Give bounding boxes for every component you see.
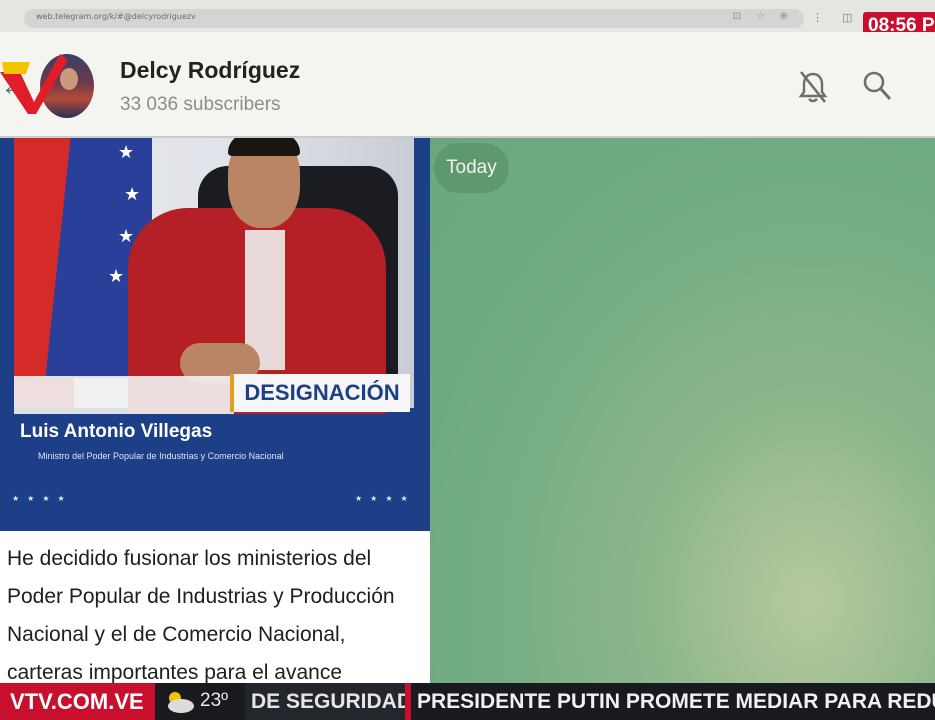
post-text-line: Nacional y el de Comercio Nacional,	[7, 623, 346, 646]
post-text: He decidido fusionar los ministerios del…	[7, 540, 422, 683]
post-text-line: carteras importantes para el avance	[7, 661, 343, 683]
subscriber-count: 33 036 subscribers	[120, 94, 281, 115]
post-text-line: Poder Popular de Industrias y Producción	[7, 585, 395, 608]
url-text[interactable]: web.telegram.org/k/#@delcyrodriguezv	[36, 12, 196, 21]
browser-extension-icons[interactable]: ⋮ ◫	[812, 11, 860, 24]
post-photo[interactable]: ★ ★ ★ ★ DESIGNACIÓN Luis Antonio Villega…	[0, 138, 430, 531]
chat-header: ← Delcy Rodríguez 33 036 subscribers	[0, 32, 935, 138]
search-icon[interactable]	[862, 70, 892, 102]
address-bar-icons[interactable]: ⊡ ☆ ⊕	[733, 11, 794, 22]
tv-logo: VTV.COM.VE	[0, 683, 155, 720]
person-name: Luis Antonio Villegas	[20, 421, 213, 442]
date-separator: Today	[434, 143, 509, 193]
channel-title[interactable]: Delcy Rodríguez	[120, 57, 300, 84]
vtv-logo-icon	[0, 54, 68, 114]
tv-ticker: VTV.COM.VE 23º DE SEGURIDAD PRESIDENTE P…	[0, 683, 935, 720]
weather-cloud-icon	[168, 692, 194, 713]
ticker-segment: PRESIDENTE PUTIN PROMETE MEDIAR PARA RED…	[417, 690, 935, 713]
designation-banner: DESIGNACIÓN	[230, 374, 410, 412]
channel-post: ★ ★ ★ ★ DESIGNACIÓN Luis Antonio Villega…	[0, 138, 430, 683]
post-text-line: He decidido fusionar los ministerios del	[7, 547, 372, 570]
temperature: 23º	[200, 690, 229, 711]
chat-background	[430, 138, 935, 683]
bell-off-icon[interactable]	[797, 70, 829, 104]
ticker-segment: DE SEGURIDAD	[245, 683, 405, 720]
decorative-stars-left: ★★★★	[12, 494, 73, 503]
person-title: Ministro del Poder Popular de Industrias…	[38, 451, 284, 461]
address-bar[interactable]: web.telegram.org/k/#@delcyrodriguezv ⊡ ☆…	[24, 9, 804, 28]
browser-toolbar: web.telegram.org/k/#@delcyrodriguezv ⊡ ☆…	[0, 0, 935, 32]
decorative-stars-right: ★★★★	[355, 494, 416, 503]
